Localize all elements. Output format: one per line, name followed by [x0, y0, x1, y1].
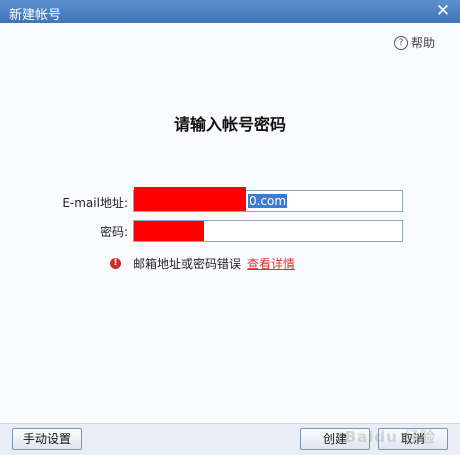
form-heading: 请输入帐号密码 — [173, 115, 286, 134]
redaction-block — [134, 221, 204, 241]
dialog-content: ? 帮助 请输入帐号密码 E-mail地址: 0.com 密码: ! 邮箱地址或… — [0, 23, 460, 423]
dialog-footer: 手动设置 创建 取消 Baidu 经验 — [0, 423, 460, 455]
window-title: 新建帐号 — [9, 8, 62, 23]
password-field[interactable] — [133, 220, 403, 242]
error-row: ! 邮箱地址或密码错误 查看详情 — [110, 255, 295, 272]
error-message: 邮箱地址或密码错误 — [133, 257, 242, 271]
email-label: E-mail地址: — [62, 196, 128, 210]
view-details-link[interactable]: 查看详情 — [247, 255, 295, 272]
help-icon: ? — [393, 35, 408, 50]
email-selected-text: 0.com — [248, 194, 288, 208]
email-field[interactable]: 0.com — [133, 187, 403, 212]
help-label: 帮助 — [410, 36, 435, 50]
title-bar: 新建帐号 ✕ — [0, 0, 460, 23]
redaction-block — [134, 187, 246, 211]
password-label: 密码: — [99, 225, 128, 239]
help-button[interactable]: ? 帮助 — [393, 34, 435, 51]
error-icon: ! — [110, 258, 121, 269]
manual-setup-button[interactable]: 手动设置 — [12, 428, 82, 450]
watermark: Baidu 经验 — [344, 428, 436, 446]
close-icon[interactable]: ✕ — [434, 1, 452, 21]
